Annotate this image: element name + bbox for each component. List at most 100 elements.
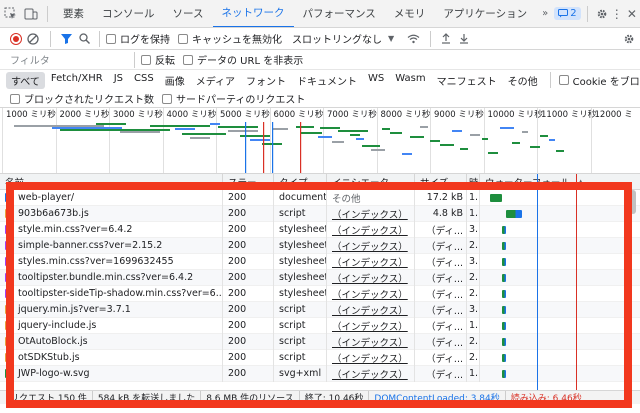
type-chip-10[interactable]: マニフェスト xyxy=(432,72,502,89)
table-row[interactable]: JWP-logo-w.svg 200 svg+xml （インデックス） （ディ... 1.… xyxy=(0,365,640,382)
header-time[interactable]: 時 xyxy=(467,174,480,190)
issues-badge[interactable]: 2 xyxy=(554,7,581,20)
checkbox-box[interactable] xyxy=(162,93,172,104)
tab-1[interactable]: コンソール xyxy=(93,0,164,27)
checkbox-box[interactable] xyxy=(106,33,116,44)
request-name-cell[interactable]: web-player/ xyxy=(0,190,223,206)
initiator-cell[interactable]: （インデックス） xyxy=(327,301,415,318)
initiator-cell[interactable]: （インデックス） xyxy=(327,237,415,254)
initiator-link[interactable]: （インデックス） xyxy=(332,239,408,253)
initiator-cell[interactable]: （インデックス） xyxy=(327,285,415,302)
record-button-icon[interactable] xyxy=(10,32,22,45)
export-har-download-icon[interactable] xyxy=(455,33,473,44)
table-row[interactable]: styles.min.css?ver=1699632455 200 styleshe… xyxy=(0,253,640,270)
tab-6[interactable]: アプリケーション xyxy=(434,0,536,27)
type-chip-9[interactable]: Wasm xyxy=(390,72,430,89)
table-row[interactable]: jquery.min.js?ver=3.7.1 200 script （インデックス）… xyxy=(0,301,640,318)
header-size[interactable]: サイズ xyxy=(415,174,467,190)
initiator-link[interactable]: （インデックス） xyxy=(332,319,408,333)
initiator-cell[interactable]: （インデックス） xyxy=(327,365,415,382)
initiator-cell[interactable]: （インデックス） xyxy=(327,253,415,270)
type-chip-1[interactable]: Fetch/XHR xyxy=(46,72,108,89)
table-scrollbar[interactable] xyxy=(630,190,636,214)
checkbox-box[interactable] xyxy=(141,54,151,65)
table-row[interactable]: otSDKStub.js 200script （インデックス） （ディ...2... xyxy=(0,349,640,366)
initiator-cell[interactable]: その他 xyxy=(327,190,415,206)
initiator-link[interactable]: （インデックス） xyxy=(332,207,408,221)
checkbox-box[interactable] xyxy=(10,93,20,104)
request-name-cell[interactable]: 903b6a673b.js xyxy=(0,205,223,222)
request-name-cell[interactable]: otSDKStub.js xyxy=(0,349,223,366)
type-chip-3[interactable]: CSS xyxy=(129,72,159,89)
checkbox-box[interactable] xyxy=(558,75,569,85)
more-options-icon[interactable]: ⋮ xyxy=(610,7,624,21)
tab-4[interactable]: パフォーマンス xyxy=(294,0,385,27)
type-chip-7[interactable]: ドキュメント xyxy=(292,72,362,89)
checkbox-box[interactable] xyxy=(183,54,193,65)
search-icon[interactable] xyxy=(75,33,93,44)
request-name-cell[interactable]: jquery.min.js?ver=3.7.1 xyxy=(0,301,223,318)
initiator-link[interactable]: （インデックス） xyxy=(332,351,408,365)
invert-checkbox[interactable]: 反転 xyxy=(141,52,175,67)
checkbox-box[interactable] xyxy=(178,33,188,44)
device-toolbar-icon[interactable] xyxy=(21,0,41,27)
initiator-link[interactable]: （インデックス） xyxy=(332,287,408,301)
request-name-cell[interactable]: styles.min.css?ver=1699632455 xyxy=(0,253,223,270)
blocked-cookies-checkbox[interactable]: Cookie をブロックしました xyxy=(558,73,640,88)
network-conditions-wifi-icon[interactable] xyxy=(402,34,424,44)
initiator-link[interactable]: （インデックス） xyxy=(332,255,408,269)
table-row[interactable]: style.min.css?ver=6.4.2 200 stylesheet （インデ… xyxy=(0,221,640,238)
request-name-cell[interactable]: tooltipster.bundle.min.css?ver=6.4.2 xyxy=(0,269,223,286)
type-chip-11[interactable]: その他 xyxy=(503,72,543,89)
request-name-cell[interactable]: OtAutoBlock.js xyxy=(0,333,223,350)
tab-0[interactable]: 要素 xyxy=(54,0,93,27)
settings-gear-icon[interactable] xyxy=(594,8,610,20)
initiator-link[interactable]: （インデックス） xyxy=(332,367,408,381)
initiator-link[interactable]: （インデックス） xyxy=(332,271,408,285)
import-har-upload-icon[interactable] xyxy=(437,33,455,44)
network-settings-gear-icon[interactable] xyxy=(618,33,640,45)
blocked-requests-checkbox[interactable]: ブロックされたリクエスト数 xyxy=(10,91,154,106)
request-name-cell[interactable]: JWP-logo-w.svg xyxy=(0,365,223,382)
table-row[interactable]: simple-banner.css?ver=2.15.2 200 styleshee… xyxy=(0,237,640,254)
throttling-select[interactable]: スロットリングなし ▼ xyxy=(292,31,394,46)
type-chip-8[interactable]: WS xyxy=(363,72,389,89)
table-row[interactable]: tooltipster-sideTip-shadow.min.css?ver=6… xyxy=(0,285,640,302)
initiator-link[interactable]: （インデックス） xyxy=(332,303,408,317)
table-row[interactable]: tooltipster.bundle.min.css?ver=6.4.2 200 s… xyxy=(0,269,640,286)
initiator-link[interactable]: （インデックス） xyxy=(332,223,408,237)
disable-cache-checkbox[interactable]: キャッシュを無効化 xyxy=(178,31,282,46)
inspect-element-icon[interactable] xyxy=(0,0,21,27)
header-status[interactable]: ステー... xyxy=(223,174,274,190)
initiator-cell[interactable]: （インデックス） xyxy=(327,205,415,222)
header-waterfall[interactable]: ウォーターフォール ▲ xyxy=(480,174,640,190)
preserve-log-checkbox[interactable]: ログを保持 xyxy=(106,31,170,46)
initiator-cell[interactable]: （インデックス） xyxy=(327,221,415,238)
table-row[interactable]: OtAutoBlock.js 200script （インデックス） （ディ...2..… xyxy=(0,333,640,350)
header-name[interactable]: 名前 xyxy=(0,174,223,190)
initiator-cell[interactable]: （インデックス） xyxy=(327,317,415,334)
initiator-link[interactable]: その他 xyxy=(332,191,361,205)
close-icon[interactable]: ✕ xyxy=(624,7,640,21)
initiator-link[interactable]: （インデックス） xyxy=(332,335,408,349)
tab-2[interactable]: ソース xyxy=(164,0,213,27)
initiator-cell[interactable]: （インデックス） xyxy=(327,269,415,286)
request-name-cell[interactable]: simple-banner.css?ver=2.15.2 xyxy=(0,237,223,254)
filter-funnel-icon[interactable] xyxy=(57,33,75,44)
table-row[interactable]: jquery-include.js 200 script （インデックス） （ディ...… xyxy=(0,317,640,334)
tab-3[interactable]: ネットワーク xyxy=(212,0,294,27)
initiator-cell[interactable]: （インデックス） xyxy=(327,349,415,366)
request-name-cell[interactable]: jquery-include.js xyxy=(0,317,223,334)
type-chip-6[interactable]: フォント xyxy=(241,72,291,89)
third-party-checkbox[interactable]: サードパーティのリクエスト xyxy=(162,91,305,106)
hide-data-urls-checkbox[interactable]: データの URL を非表示 xyxy=(183,52,303,67)
type-chip-4[interactable]: 画像 xyxy=(160,72,190,89)
filter-input[interactable]: フィルタ xyxy=(8,52,128,68)
header-type[interactable]: タイプ xyxy=(274,174,327,190)
table-row[interactable]: web-player/200document その他 17.2 kB1... xyxy=(0,190,640,206)
type-chip-0[interactable]: すべて xyxy=(6,71,45,89)
tab-5[interactable]: メモリ xyxy=(385,0,435,27)
network-overview-timeline[interactable]: 1000 ミリ秒 2000 ミリ秒 3000 ミリ秒 4000 ミリ秒 5000 ミリ秒… xyxy=(0,108,640,174)
type-chip-5[interactable]: メディア xyxy=(191,72,240,89)
more-tabs-button[interactable]: » xyxy=(536,8,554,19)
